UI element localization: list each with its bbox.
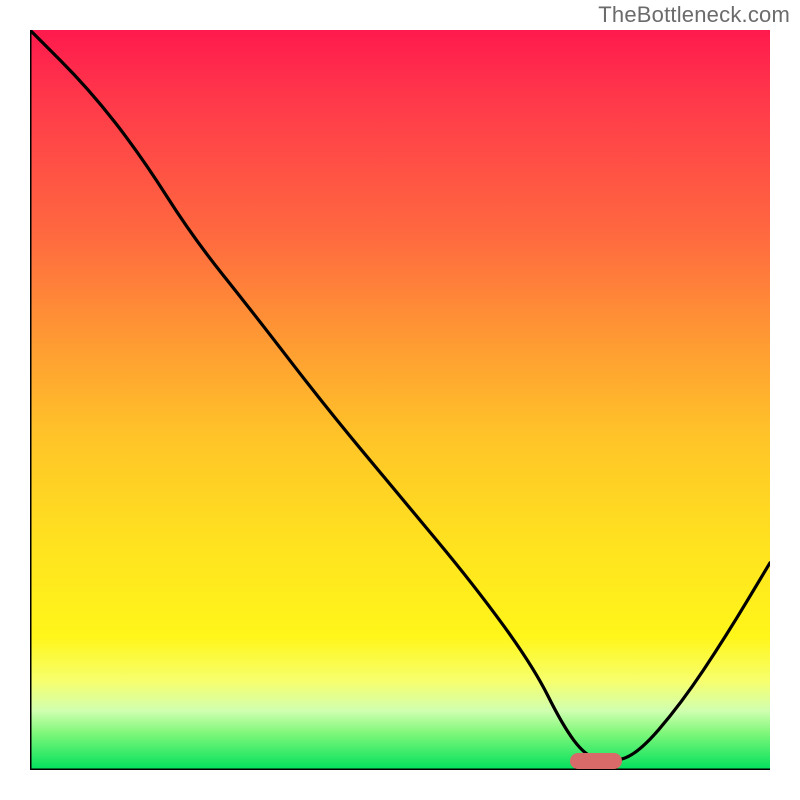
chart-container: TheBottleneck.com [0, 0, 800, 800]
plot-area [30, 30, 770, 770]
optimal-range-marker [570, 753, 622, 769]
heat-gradient-background [30, 30, 770, 770]
watermark-label: TheBottleneck.com [598, 2, 790, 28]
